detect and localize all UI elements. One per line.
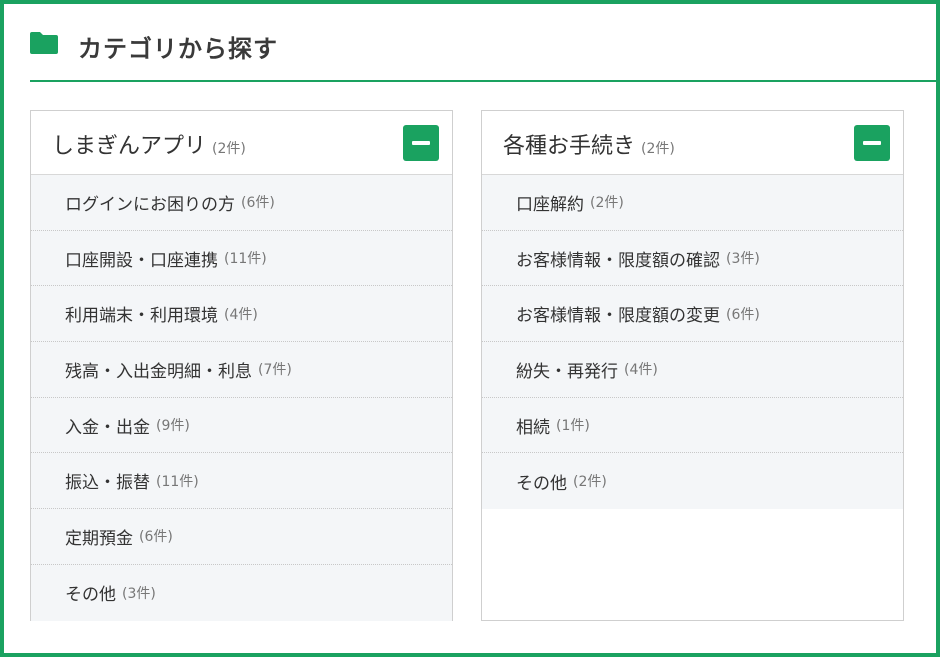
item-count: (11件) — [156, 473, 199, 490]
minus-icon — [412, 141, 430, 145]
item-label: 相続 — [516, 417, 550, 438]
item-count: (1件) — [556, 418, 590, 435]
item-count: (6件) — [241, 195, 275, 212]
collapse-button[interactable] — [403, 125, 439, 161]
list-item[interactable]: 口座解約 (2件) — [482, 175, 903, 231]
category-panel-procedures: 各種お手続き (2件) 口座解約 (2件) お客様情報・限度額の確認 (3件) お客様… — [481, 110, 904, 621]
item-label: 紛失・再発行 — [516, 361, 618, 382]
list-item[interactable]: 振込・振替 (11件) — [31, 453, 452, 510]
list-item[interactable]: 相続 (1件) — [482, 397, 903, 454]
item-count: (6件) — [726, 306, 760, 323]
panel-title: しまぎんアプリ (2件) — [52, 128, 246, 160]
item-label: 利用端末・利用環境 — [65, 306, 218, 327]
item-count: (4件) — [224, 306, 258, 323]
item-label: 残高・入出金明細・利息 — [65, 361, 252, 382]
panel-title: 各種お手続き (2件) — [503, 128, 675, 160]
minus-icon — [863, 141, 881, 145]
item-label: 振込・振替 — [65, 473, 150, 494]
item-label: その他 — [516, 473, 567, 494]
list-item[interactable]: 口座開設・口座連携 (11件) — [31, 230, 452, 287]
page-title: カテゴリから探す — [78, 35, 278, 63]
item-count: (9件) — [156, 418, 190, 435]
list-item[interactable]: 定期預金 (6件) — [31, 509, 452, 565]
item-label: ログインにお困りの方 — [65, 194, 235, 215]
panel-count: (2件) — [212, 141, 246, 157]
item-count: (3件) — [122, 585, 156, 602]
collapse-button[interactable] — [854, 125, 890, 161]
list-item[interactable]: お客様情報・限度額の確認 (3件) — [482, 230, 903, 287]
category-list: 口座解約 (2件) お客様情報・限度額の確認 (3件) お客様情報・限度額の変更 (6… — [482, 175, 903, 510]
list-item[interactable]: お客様情報・限度額の変更 (6件) — [482, 286, 903, 343]
item-count: (11件) — [224, 251, 267, 268]
category-list: ログインにお困りの方 (6件) 口座開設・口座連携 (11件) 利用端末・利用環境 (… — [31, 175, 452, 621]
folder-icon — [30, 32, 58, 54]
item-count: (6件) — [139, 529, 173, 546]
panel-count: (2件) — [641, 141, 675, 157]
item-label: 口座解約 — [516, 194, 584, 215]
list-item[interactable]: ログインにお困りの方 (6件) — [31, 175, 452, 231]
panel-header: 各種お手続き (2件) — [482, 111, 903, 175]
category-panel-app: しまぎんアプリ (2件) ログインにお困りの方 (6件) 口座開設・口座連携 (11件… — [30, 110, 453, 621]
item-label: 口座開設・口座連携 — [65, 250, 218, 271]
item-count: (2件) — [573, 474, 607, 491]
item-count: (3件) — [726, 251, 760, 268]
list-item[interactable]: 入金・出金 (9件) — [31, 397, 452, 454]
panel-header: しまぎんアプリ (2件) — [31, 111, 452, 175]
item-count: (7件) — [258, 362, 292, 379]
item-label: 入金・出金 — [65, 417, 150, 438]
item-label: お客様情報・限度額の変更 — [516, 306, 720, 327]
item-count: (4件) — [624, 362, 658, 379]
section-header: カテゴリから探す — [30, 22, 936, 82]
panel-title-label: 各種お手続き — [503, 134, 636, 159]
list-item[interactable]: その他 (2件) — [482, 453, 903, 510]
item-count: (2件) — [590, 195, 624, 212]
item-label: 定期預金 — [65, 528, 133, 549]
list-item[interactable]: その他 (3件) — [31, 564, 452, 621]
list-item[interactable]: 利用端末・利用環境 (4件) — [31, 286, 452, 343]
list-item[interactable]: 残高・入出金明細・利息 (7件) — [31, 342, 452, 398]
panel-title-label: しまぎんアプリ — [52, 134, 207, 159]
item-label: お客様情報・限度額の確認 — [516, 250, 720, 271]
list-item[interactable]: 紛失・再発行 (4件) — [482, 342, 903, 398]
item-label: その他 — [65, 585, 116, 606]
